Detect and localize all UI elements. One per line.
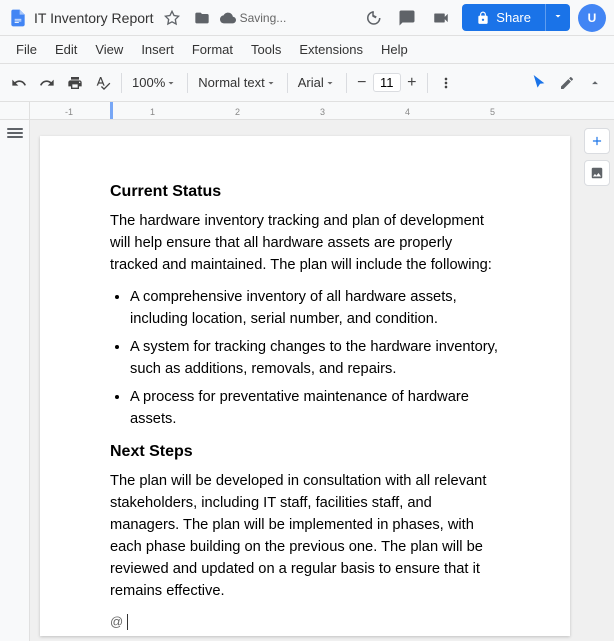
pen-icon (559, 75, 575, 91)
cursor-tools (526, 70, 608, 96)
star-button[interactable] (160, 6, 184, 30)
lock-icon (476, 11, 490, 25)
menu-help[interactable]: Help (373, 39, 416, 60)
heading-next-steps: Next Steps (110, 440, 500, 464)
toolbar-divider-5 (427, 73, 428, 93)
pen-tool-button[interactable] (554, 70, 580, 96)
hamburger-line-2 (7, 132, 23, 134)
bullet-list: A comprehensive inventory of all hardwar… (130, 286, 500, 430)
comment-icon (398, 9, 416, 27)
menu-view[interactable]: View (87, 39, 131, 60)
saving-status: Saving... (220, 10, 287, 26)
video-icon (432, 9, 450, 27)
spellcheck-button[interactable] (90, 70, 116, 96)
document-scroll-area[interactable]: Current Status The hardware inventory tr… (30, 120, 580, 641)
font-size-increase-button[interactable]: + (402, 70, 422, 96)
avatar[interactable]: U (578, 4, 606, 32)
heading-current-status: Current Status (110, 180, 500, 204)
hamburger-line-3 (7, 136, 23, 138)
text-style-chevron-icon (265, 77, 277, 89)
zoom-control[interactable]: 100% (127, 73, 182, 92)
document-content[interactable]: Current Status The hardware inventory tr… (110, 180, 500, 632)
redo-button[interactable] (34, 70, 60, 96)
more-icon (438, 75, 454, 91)
toolbar-divider-2 (187, 73, 188, 93)
menu-file[interactable]: File (8, 39, 45, 60)
history-button[interactable] (360, 5, 386, 31)
at-symbol: @ (110, 612, 123, 632)
comment-button[interactable] (394, 5, 420, 31)
menu-edit[interactable]: Edit (47, 39, 85, 60)
cloud-icon (220, 10, 236, 26)
video-button[interactable] (428, 5, 454, 31)
plus-icon (590, 134, 604, 148)
text-cursor (127, 614, 128, 630)
toolbar-divider-3 (287, 73, 288, 93)
font-size-decrease-button[interactable]: − (352, 70, 372, 96)
font-size-control: − + (352, 70, 422, 96)
menu-insert[interactable]: Insert (133, 39, 182, 60)
font-family-select[interactable]: Arial (293, 73, 341, 92)
sidebar-toggle[interactable] (0, 120, 30, 641)
list-item-1: A comprehensive inventory of all hardwar… (130, 286, 500, 330)
toolbar-divider-1 (121, 73, 122, 93)
menu-bar: File Edit View Insert Format Tools Exten… (0, 36, 614, 64)
share-button[interactable]: Share (462, 4, 545, 31)
print-button[interactable] (62, 70, 88, 96)
chevron-up-icon (588, 76, 602, 90)
font-size-input[interactable] (373, 73, 401, 92)
right-panel (580, 120, 614, 641)
toolbar: 100% Normal text Arial − + (0, 64, 614, 102)
ruler: -1 1 2 3 4 5 (0, 102, 614, 120)
document-page[interactable]: Current Status The hardware inventory tr… (40, 136, 570, 636)
add-panel-button[interactable] (584, 128, 610, 154)
list-item-2: A system for tracking changes to the har… (130, 336, 500, 380)
redo-icon (39, 75, 55, 91)
star-icon (164, 10, 180, 26)
share-arrow-button[interactable] (545, 4, 570, 31)
hamburger-line-1 (7, 128, 23, 130)
cursor-line: @ (110, 612, 500, 632)
toolbar-divider-4 (346, 73, 347, 93)
paragraph-next-steps: The plan will be developed in consultati… (110, 470, 500, 602)
menu-extensions[interactable]: Extensions (291, 39, 371, 60)
image-panel-button[interactable] (584, 160, 610, 186)
title-bar: IT Inventory Report Saving... (0, 0, 614, 36)
image-icon (590, 166, 604, 180)
list-item-3: A process for preventative maintenance o… (130, 386, 500, 430)
cursor-tool-button[interactable] (526, 70, 552, 96)
chevron-down-icon (552, 10, 564, 22)
undo-icon (11, 75, 27, 91)
cursor-icon (531, 75, 547, 91)
main-area: Current Status The hardware inventory tr… (0, 120, 614, 641)
history-icon (364, 9, 382, 27)
menu-tools[interactable]: Tools (243, 39, 289, 60)
saving-text: Saving... (240, 11, 287, 25)
zoom-chevron-icon (165, 77, 177, 89)
menu-format[interactable]: Format (184, 39, 241, 60)
folder-icon (194, 10, 210, 26)
spellcheck-icon (95, 75, 111, 91)
font-chevron-icon (324, 77, 336, 89)
share-button-group: Share (462, 4, 570, 31)
hamburger-menu[interactable] (7, 128, 23, 138)
docs-icon (8, 8, 28, 28)
paragraph-intro: The hardware inventory tracking and plan… (110, 210, 500, 276)
text-style-select[interactable]: Normal text (193, 73, 281, 92)
title-bar-right: Share U (360, 4, 606, 32)
collapse-toolbar-button[interactable] (582, 70, 608, 96)
print-icon (67, 75, 83, 91)
move-folder-button[interactable] (190, 6, 214, 30)
undo-button[interactable] (6, 70, 32, 96)
more-options-button[interactable] (433, 70, 459, 96)
document-title[interactable]: IT Inventory Report (34, 10, 154, 26)
